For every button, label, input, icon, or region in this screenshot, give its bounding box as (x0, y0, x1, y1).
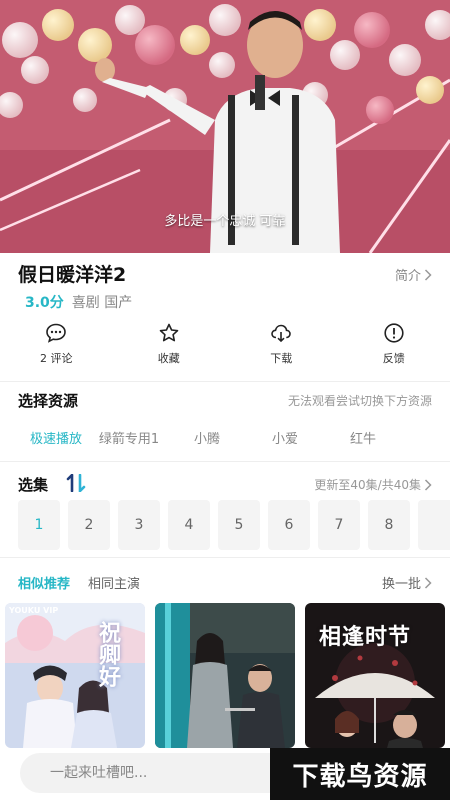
comment-button[interactable]: 2 评论 (0, 322, 113, 372)
divider (0, 461, 450, 462)
resource-hint: 无法观看尝试切换下方资源 (287, 394, 432, 408)
poster-image (155, 603, 295, 748)
chevron-right-icon (424, 478, 432, 491)
divider (0, 381, 450, 382)
star-icon (159, 323, 179, 342)
feedback-icon (384, 323, 404, 343)
episode-item-partial[interactable] (418, 500, 450, 550)
video-detail-page: 多比是一个忠诚 可靠 假日暖洋洋2 简介 3.0分 喜剧 国产 2 评论 收藏 (0, 0, 450, 800)
sort-icon[interactable] (66, 474, 86, 492)
bottom-bar: 一起来吐槽吧... 下载鸟资源 (0, 748, 450, 800)
episode-item[interactable]: 4 (168, 500, 210, 550)
show-score: 3.0分 (25, 295, 64, 311)
episode-item[interactable]: 1 (18, 500, 60, 550)
episode-list: 1 2 3 4 5 6 7 8 (18, 500, 450, 550)
source-item-3[interactable]: 小爱 (246, 428, 324, 448)
watermark-logo: 下载鸟资源 (270, 748, 450, 800)
favorite-label: 收藏 (157, 352, 180, 365)
episode-item[interactable]: 5 (218, 500, 260, 550)
show-tags: 喜剧 国产 (71, 295, 133, 311)
episode-update-button[interactable]: 更新至40集/共40集 (314, 476, 432, 493)
source-item-2[interactable]: 小腾 (168, 428, 246, 448)
poster-title: 相逢时节 (319, 625, 412, 650)
episode-title: 选集 (18, 476, 49, 494)
tab-similar[interactable]: 相似推荐 (18, 573, 70, 592)
episode-update-info: 更新至40集/共40集 (314, 478, 421, 492)
poster-list: YOUKU VIP 祝卿好 相逢时节 (5, 603, 450, 748)
download-label: 下载 (270, 352, 293, 365)
refresh-label: 换一批 (381, 577, 421, 592)
episode-item[interactable]: 2 (68, 500, 110, 550)
resource-title: 选择资源 (18, 392, 79, 410)
episode-item[interactable]: 6 (268, 500, 310, 550)
recommend-tabs: 相似推荐 相同主演 (18, 573, 140, 592)
source-item-0[interactable]: 极速播放 (18, 428, 90, 448)
title-row: 假日暖洋洋2 简介 (18, 260, 432, 286)
episode-item[interactable]: 8 (368, 500, 410, 550)
video-player[interactable]: 多比是一个忠诚 可靠 (0, 0, 450, 253)
show-meta: 3.0分 喜剧 国产 (25, 292, 132, 312)
poster-title: 祝卿好 (95, 621, 120, 687)
comment-icon (46, 323, 67, 343)
source-item-1[interactable]: 绿箭专用1 (90, 428, 168, 448)
poster-card[interactable] (155, 603, 295, 748)
show-title: 假日暖洋洋2 (18, 264, 127, 286)
feedback-label: 反馈 (382, 352, 405, 365)
chevron-right-icon (424, 576, 432, 589)
source-list: 极速播放 绿箭专用1 小腾 小爱 红牛 (18, 428, 438, 448)
download-icon (271, 324, 292, 343)
intro-button[interactable]: 简介 (395, 265, 432, 284)
action-bar: 2 评论 收藏 下载 反馈 (0, 322, 450, 372)
poster-image (5, 603, 145, 748)
download-button[interactable]: 下载 (225, 322, 338, 372)
intro-label: 简介 (394, 269, 421, 284)
feedback-button[interactable]: 反馈 (338, 322, 450, 372)
divider (0, 557, 450, 558)
video-subtitle: 多比是一个忠诚 可靠 (164, 214, 286, 229)
poster-card[interactable]: 相逢时节 (305, 603, 445, 748)
poster-card[interactable]: YOUKU VIP 祝卿好 (5, 603, 145, 748)
comment-label: 2 评论 (40, 352, 73, 365)
poster-badge: YOUKU VIP (9, 606, 59, 615)
chevron-right-icon (424, 268, 432, 281)
refresh-button[interactable]: 换一批 (382, 573, 432, 592)
episode-item[interactable]: 7 (318, 500, 360, 550)
tab-same-cast[interactable]: 相同主演 (88, 573, 140, 592)
resource-header: 选择资源 无法观看尝试切换下方资源 (18, 390, 432, 410)
source-item-4[interactable]: 红牛 (324, 428, 402, 448)
episode-item[interactable]: 3 (118, 500, 160, 550)
favorite-button[interactable]: 收藏 (113, 322, 226, 372)
